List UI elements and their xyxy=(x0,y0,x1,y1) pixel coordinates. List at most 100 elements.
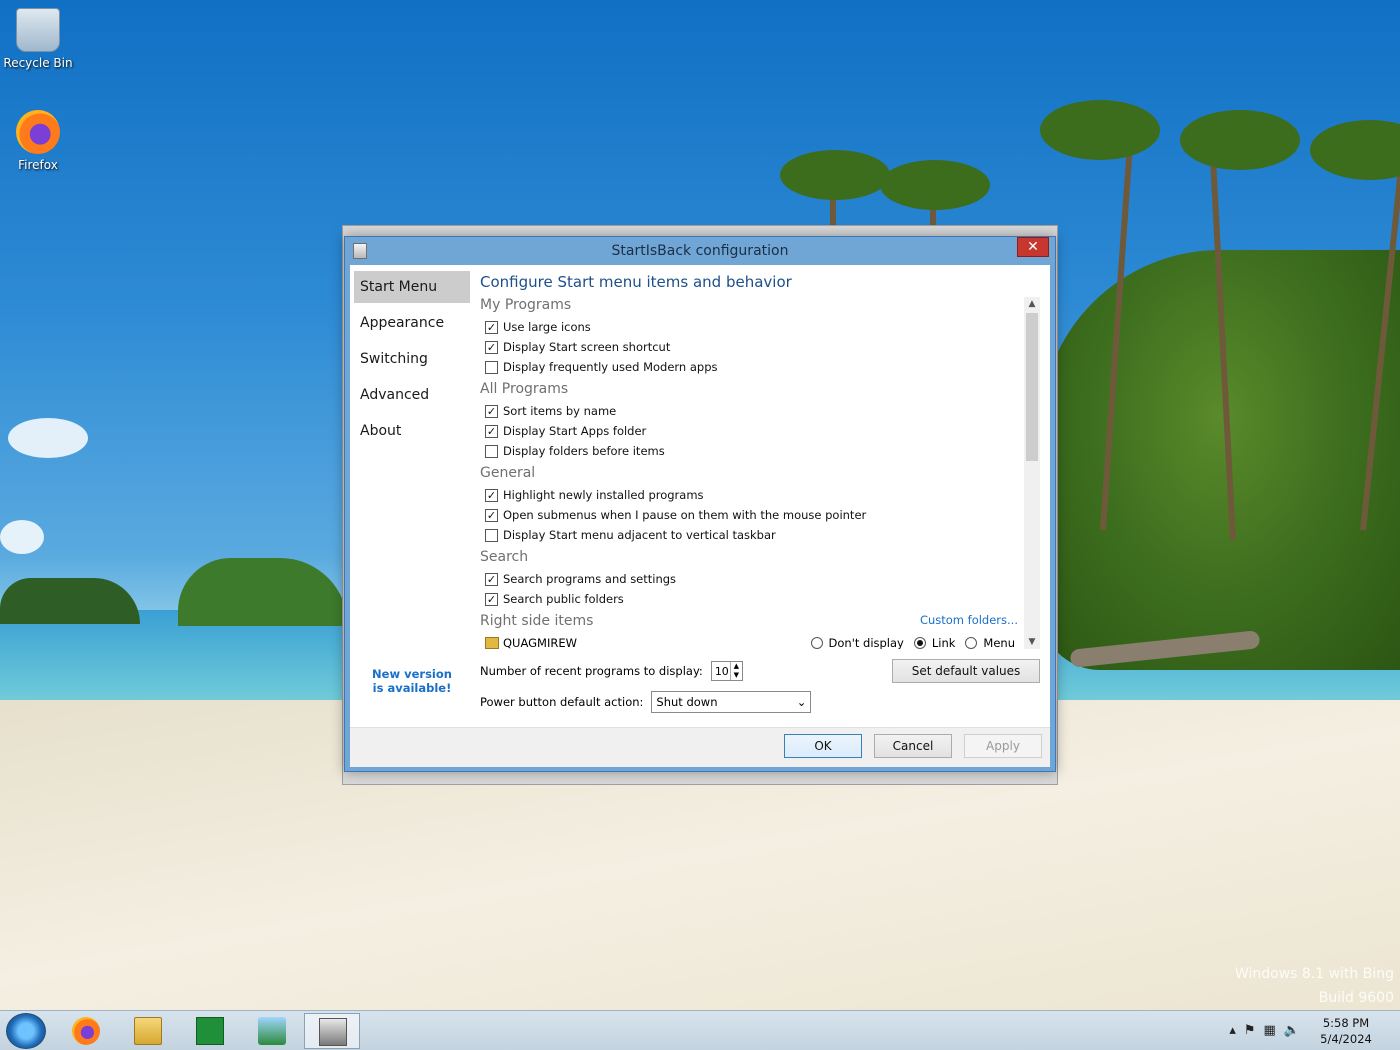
dialog-client: Start Menu Appearance Switching Advanced… xyxy=(350,265,1050,767)
clock[interactable]: 5:58 PM 5/4/2024 xyxy=(1310,1015,1382,1047)
option-label: Highlight newly installed programs xyxy=(503,488,704,502)
taskbar-startisback[interactable] xyxy=(304,1013,360,1049)
option-row[interactable]: ✓ Display Start Apps folder xyxy=(480,421,1026,441)
option-row[interactable]: Display frequently used Modern apps xyxy=(480,357,1026,377)
scroll-thumb[interactable] xyxy=(1026,313,1038,461)
power-button-row: Power button default action: Shut down ⌄ xyxy=(480,691,812,713)
desktop-icon-label: Firefox xyxy=(18,158,58,172)
radio-menu[interactable] xyxy=(965,637,978,649)
option-label: Display Start menu adjacent to vertical … xyxy=(503,528,776,542)
option-row[interactable]: Display folders before items xyxy=(480,441,1026,461)
select-value: Shut down xyxy=(656,695,718,709)
network-icon[interactable]: ▦ xyxy=(1264,1023,1276,1038)
checkbox-checked[interactable]: ✓ xyxy=(485,340,498,354)
scroll-up-arrow-icon[interactable]: ▲ xyxy=(1024,297,1040,311)
option-row[interactable]: ✓ Display Start screen shortcut xyxy=(480,337,1026,357)
option-label: Display frequently used Modern apps xyxy=(503,360,718,374)
folder-icon xyxy=(485,637,499,649)
option-row[interactable]: ✓ Search programs and settings xyxy=(480,569,1026,589)
firefox-icon xyxy=(72,1017,100,1045)
option-row[interactable]: ✓ Use large icons xyxy=(480,317,1026,337)
palm-fronds xyxy=(780,150,890,200)
checkbox-checked[interactable]: ✓ xyxy=(485,488,498,502)
radio-label: Link xyxy=(931,636,956,649)
taskbar-file-explorer[interactable] xyxy=(120,1013,176,1049)
nav-item-appearance[interactable]: Appearance xyxy=(354,307,470,339)
option-label: Search public folders xyxy=(503,592,624,606)
option-label: Display folders before items xyxy=(503,444,665,458)
radio-link[interactable] xyxy=(913,637,926,649)
flag-icon[interactable]: ⚑ xyxy=(1244,1023,1256,1038)
checkbox-unchecked[interactable] xyxy=(485,360,498,374)
taskbar-store[interactable] xyxy=(182,1013,238,1049)
section-title: All Programs xyxy=(480,381,569,397)
tray-overflow-icon[interactable]: ▴ xyxy=(1229,1023,1236,1038)
palm-fronds xyxy=(880,160,990,210)
title-bar[interactable]: StartIsBack configuration ✕ xyxy=(345,237,1055,265)
power-action-label: Power button default action: xyxy=(480,695,644,709)
checkbox-checked[interactable]: ✓ xyxy=(485,404,498,418)
radio-label: Don't display xyxy=(828,636,904,649)
scroll-down-arrow-icon[interactable]: ▼ xyxy=(1024,635,1040,649)
stepper-value[interactable]: 10 xyxy=(712,665,730,678)
stepper-arrows-icon[interactable]: ▲ ▼ xyxy=(729,662,742,680)
checkbox-checked[interactable]: ✓ xyxy=(485,320,498,334)
recycle-bin-icon xyxy=(16,8,60,52)
right-side-item-label: QUAGMIREW xyxy=(503,636,577,649)
section-title: General xyxy=(480,465,536,481)
checkbox-checked[interactable]: ✓ xyxy=(485,424,498,438)
nav-item-about[interactable]: About xyxy=(354,415,470,447)
window-title: StartIsBack configuration xyxy=(611,243,789,259)
checkbox-checked[interactable]: ✓ xyxy=(485,508,498,522)
taskbar-control-panel[interactable] xyxy=(244,1013,300,1049)
cancel-button[interactable]: Cancel xyxy=(874,734,952,758)
custom-folders-link[interactable]: Custom folders... xyxy=(920,613,1018,627)
nav-sidebar: Start Menu Appearance Switching Advanced… xyxy=(354,271,470,451)
section-title: Right side items xyxy=(480,613,594,629)
vertical-scrollbar[interactable]: ▲ ▼ xyxy=(1024,297,1040,649)
dialog-footer: OK Cancel Apply xyxy=(350,727,1050,767)
checkbox-unchecked[interactable] xyxy=(485,444,498,458)
desktop-icon-recycle-bin[interactable]: Recycle Bin xyxy=(0,8,76,70)
start-button[interactable] xyxy=(6,1013,46,1049)
option-row[interactable]: Display Start menu adjacent to vertical … xyxy=(480,525,1026,545)
taskbar: ▴ ⚑ ▦ 🔈 5:58 PM 5/4/2024 xyxy=(0,1010,1400,1050)
desktop-icon-label: Recycle Bin xyxy=(3,56,73,70)
radio-label: Menu xyxy=(983,636,1015,649)
option-label: Sort items by name xyxy=(503,404,617,418)
checkbox-checked[interactable]: ✓ xyxy=(485,572,498,586)
firefox-icon xyxy=(16,110,60,154)
recent-programs-label: Number of recent programs to display: xyxy=(480,664,703,678)
radio-dont-display[interactable] xyxy=(810,637,823,649)
power-action-select[interactable]: Shut down ⌄ xyxy=(651,691,812,713)
option-row[interactable]: ✓ Highlight newly installed programs xyxy=(480,485,1026,505)
store-icon xyxy=(196,1017,224,1045)
section-title: Search xyxy=(480,549,529,565)
option-row[interactable]: ✓ Sort items by name xyxy=(480,401,1026,421)
display-mode-radios: Don't display Link Menu xyxy=(810,636,1015,649)
section-title: My Programs xyxy=(480,297,572,313)
desktop-icon-firefox[interactable]: Firefox xyxy=(0,110,76,172)
option-row[interactable]: ✓ Open submenus when I pause on them with… xyxy=(480,505,1026,525)
nav-item-advanced[interactable]: Advanced xyxy=(354,379,470,411)
volume-muted-icon[interactable]: 🔈 xyxy=(1284,1023,1300,1038)
new-version-link[interactable]: New version is available! xyxy=(366,667,458,695)
checkbox-checked[interactable]: ✓ xyxy=(485,592,498,606)
recent-programs-stepper[interactable]: 10 ▲ ▼ xyxy=(710,661,743,681)
clock-time: 5:58 PM xyxy=(1322,1016,1370,1030)
close-button[interactable]: ✕ xyxy=(1017,237,1049,257)
ok-button[interactable]: OK xyxy=(784,734,862,758)
taskbar-firefox[interactable] xyxy=(58,1013,114,1049)
nav-item-switching[interactable]: Switching xyxy=(354,343,470,375)
chevron-down-icon: ⌄ xyxy=(796,695,807,709)
palm-fronds xyxy=(1040,100,1160,160)
option-label: Open submenus when I pause on them with … xyxy=(503,508,867,522)
system-tray: ▴ ⚑ ▦ 🔈 xyxy=(1229,1023,1300,1038)
checkbox-unchecked[interactable] xyxy=(485,528,498,542)
apply-button[interactable]: Apply xyxy=(964,734,1042,758)
startisback-config-window: StartIsBack configuration ✕ Start Menu A… xyxy=(344,236,1056,772)
set-default-values-button[interactable]: Set default values xyxy=(892,659,1040,683)
option-row[interactable]: ✓ Search public folders xyxy=(480,589,1026,609)
windows-watermark: Windows 8.1 with Bing xyxy=(1234,966,1394,982)
nav-item-start-menu[interactable]: Start Menu xyxy=(354,271,470,303)
